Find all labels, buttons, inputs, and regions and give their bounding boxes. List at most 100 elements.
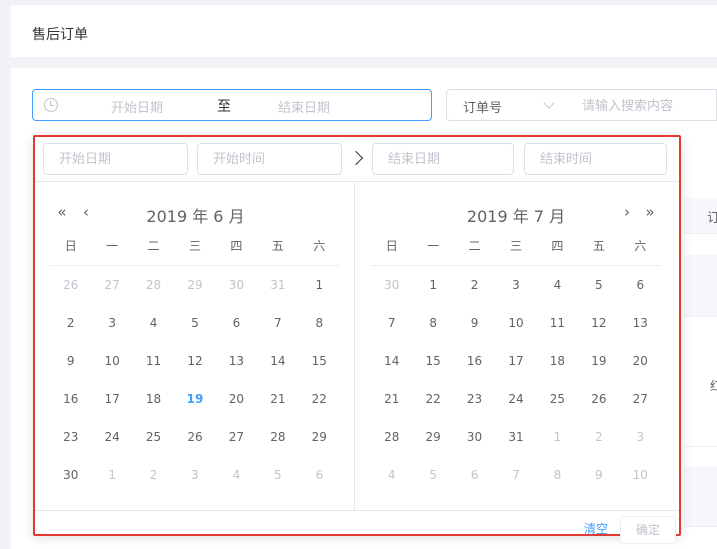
end-date-input[interactable] (373, 144, 513, 174)
day-cell[interactable]: 29 (174, 266, 215, 304)
day-cell[interactable]: 31 (495, 418, 536, 456)
day-cell[interactable]: 7 (495, 456, 536, 494)
day-cell[interactable]: 18 (537, 342, 578, 380)
day-cell[interactable]: 16 (454, 342, 495, 380)
day-cell[interactable]: 9 (578, 456, 619, 494)
day-cell[interactable]: 13 (216, 342, 257, 380)
clear-button[interactable]: 清空 (584, 520, 608, 537)
day-cell[interactable]: 30 (216, 266, 257, 304)
day-cell[interactable]: 6 (299, 456, 340, 494)
day-cell[interactable]: 14 (257, 342, 298, 380)
day-cell[interactable]: 29 (412, 418, 453, 456)
day-cell[interactable]: 11 (537, 304, 578, 342)
start-date-input[interactable] (44, 144, 187, 174)
calendar-left-grid: 日一二三四五六 26 27 28 29 30 31 1 2 3 4 5 6 7 8 9 10 11 12 13 14 1… (50, 232, 340, 494)
day-cell[interactable]: 25 (133, 418, 174, 456)
day-cell[interactable]: 15 (299, 342, 340, 380)
day-cell[interactable]: 2 (133, 456, 174, 494)
day-cell[interactable]: 5 (412, 456, 453, 494)
day-cell[interactable]: 10 (495, 304, 536, 342)
chevron-down-icon (543, 97, 555, 109)
day-cell[interactable]: 8 (537, 456, 578, 494)
day-cell[interactable]: 5 (578, 266, 619, 304)
day-cell[interactable]: 22 (299, 380, 340, 418)
day-cell[interactable]: 17 (91, 380, 132, 418)
day-cell[interactable]: 21 (257, 380, 298, 418)
day-cell[interactable]: 26 (174, 418, 215, 456)
day-cell[interactable]: 3 (91, 304, 132, 342)
start-time-field (197, 143, 342, 175)
day-cell[interactable]: 25 (537, 380, 578, 418)
date-range-input[interactable]: 开始日期 至 结束日期 (32, 89, 432, 121)
day-cell[interactable]: 6 (216, 304, 257, 342)
day-cell[interactable]: 31 (257, 266, 298, 304)
day-cell[interactable]: 30 (50, 456, 91, 494)
day-cell[interactable]: 26 (578, 380, 619, 418)
day-cell[interactable]: 3 (495, 266, 536, 304)
day-cell[interactable]: 4 (133, 304, 174, 342)
day-cell[interactable]: 5 (174, 304, 215, 342)
next-month-button[interactable]: › (620, 205, 634, 220)
day-cell[interactable]: 7 (257, 304, 298, 342)
start-time-input[interactable] (198, 144, 341, 174)
day-cell[interactable]: 17 (495, 342, 536, 380)
day-cell[interactable]: 12 (174, 342, 215, 380)
day-cell[interactable]: 2 (50, 304, 91, 342)
day-cell[interactable]: 23 (454, 380, 495, 418)
day-cell[interactable]: 21 (371, 380, 412, 418)
day-cell[interactable]: 7 (371, 304, 412, 342)
day-cell[interactable]: 8 (412, 304, 453, 342)
day-cell[interactable]: 3 (174, 456, 215, 494)
end-time-input[interactable] (525, 144, 666, 174)
day-cell[interactable]: 1 (412, 266, 453, 304)
day-cell[interactable]: 28 (133, 266, 174, 304)
confirm-button[interactable]: 确定 (620, 516, 676, 544)
day-cell[interactable]: 8 (299, 304, 340, 342)
day-cell[interactable]: 27 (620, 380, 661, 418)
day-cell[interactable]: 11 (133, 342, 174, 380)
day-cell[interactable]: 2 (454, 266, 495, 304)
day-cell[interactable]: 2 (578, 418, 619, 456)
day-cell[interactable]: 4 (216, 456, 257, 494)
day-cell[interactable]: 13 (620, 304, 661, 342)
day-cell[interactable]: 26 (50, 266, 91, 304)
day-cell[interactable]: 9 (454, 304, 495, 342)
day-cell[interactable]: 4 (537, 266, 578, 304)
day-cell[interactable]: 9 (50, 342, 91, 380)
day-cell[interactable]: 30 (454, 418, 495, 456)
day-cell[interactable]: 5 (257, 456, 298, 494)
day-cell[interactable]: 19 (578, 342, 619, 380)
day-cell[interactable]: 18 (133, 380, 174, 418)
range-end-placeholder: 结束日期 (278, 101, 331, 116)
search-field-select[interactable]: 订单号 (446, 89, 568, 121)
day-cell[interactable]: 4 (371, 456, 412, 494)
day-cell[interactable]: 20 (216, 380, 257, 418)
day-cell[interactable]: 10 (620, 456, 661, 494)
search-input[interactable] (582, 92, 717, 120)
day-cell[interactable]: 28 (257, 418, 298, 456)
day-cell[interactable]: 3 (620, 418, 661, 456)
day-cell[interactable]: 28 (371, 418, 412, 456)
day-cell[interactable]: 1 (91, 456, 132, 494)
day-cell[interactable]: 1 (537, 418, 578, 456)
calendar-left-header: 2019 年 6 月 (146, 207, 245, 226)
day-cell[interactable]: 24 (91, 418, 132, 456)
day-cell[interactable]: 10 (91, 342, 132, 380)
day-cell[interactable]: 24 (495, 380, 536, 418)
day-cell[interactable]: 29 (299, 418, 340, 456)
day-cell-today[interactable]: 19 (174, 380, 215, 418)
day-cell[interactable]: 23 (50, 418, 91, 456)
day-cell[interactable]: 27 (91, 266, 132, 304)
day-cell[interactable]: 6 (454, 456, 495, 494)
day-cell[interactable]: 6 (620, 266, 661, 304)
day-cell[interactable]: 14 (371, 342, 412, 380)
day-cell[interactable]: 22 (412, 380, 453, 418)
day-cell[interactable]: 15 (412, 342, 453, 380)
day-cell[interactable]: 20 (620, 342, 661, 380)
next-year-button[interactable]: » (643, 205, 657, 220)
day-cell[interactable]: 12 (578, 304, 619, 342)
day-cell[interactable]: 30 (371, 266, 412, 304)
day-cell[interactable]: 1 (299, 266, 340, 304)
day-cell[interactable]: 27 (216, 418, 257, 456)
day-cell[interactable]: 16 (50, 380, 91, 418)
